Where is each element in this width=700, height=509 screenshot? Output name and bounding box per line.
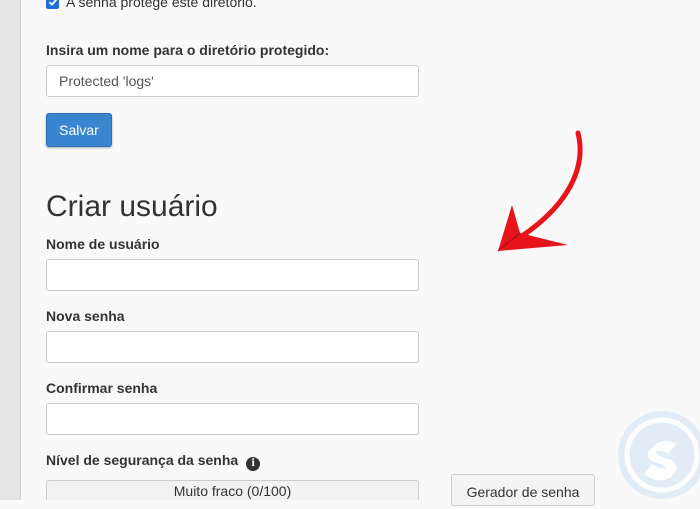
directory-name-input[interactable] [46, 65, 419, 97]
save-button[interactable]: Salvar [46, 113, 112, 147]
protect-directory-checkbox[interactable] [46, 0, 59, 9]
new-password-label: Nova senha [46, 308, 125, 324]
password-strength-meter: Muito fraco (0/100) [46, 480, 419, 500]
directory-name-label: Insira um nome para o diretório protegid… [46, 42, 330, 58]
create-user-title: Criar usuário [46, 190, 218, 223]
username-label: Nome de usuário [46, 236, 160, 252]
new-password-input[interactable] [46, 331, 419, 363]
confirm-password-input[interactable] [46, 403, 419, 435]
logo-icon [618, 411, 700, 499]
info-icon[interactable]: i [246, 456, 261, 471]
check-icon [48, 0, 57, 6]
password-generator-button[interactable]: Gerador de senha [451, 474, 595, 506]
left-sidebar-edge [0, 0, 21, 500]
username-input[interactable] [46, 259, 419, 291]
password-strength-label-row: Nível de segurança da senha i [46, 452, 261, 471]
protect-directory-row[interactable]: A senha protege este diretório. [46, 0, 257, 10]
protect-directory-label: A senha protege este diretório. [66, 0, 257, 10]
confirm-password-label: Confirmar senha [46, 380, 158, 396]
password-strength-label: Nível de segurança da senha [46, 452, 239, 468]
red-arrow-annotation [497, 130, 583, 252]
